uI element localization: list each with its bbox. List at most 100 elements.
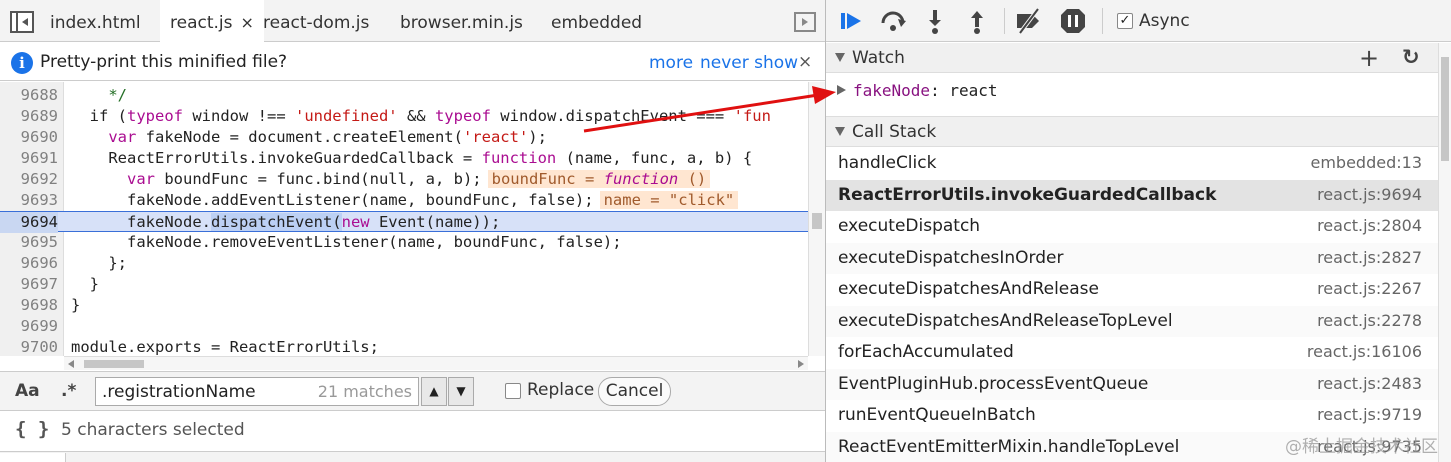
tab-label: browser.min.js (400, 13, 523, 33)
close-infobar-icon[interactable]: × (798, 52, 812, 72)
line-number[interactable]: 9699 (0, 316, 58, 337)
call-frame[interactable]: runEventQueueInBatch react.js:9719 (826, 400, 1438, 432)
tab-embedded[interactable]: embedded (541, 0, 652, 42)
code-editor[interactable]: 9688 */9689 if (typeof window !== 'undef… (0, 82, 808, 356)
regex-button[interactable]: .* (61, 381, 76, 401)
line-number[interactable]: 9696 (0, 253, 58, 274)
code-line[interactable]: 9698} (0, 295, 808, 316)
call-frame-location[interactable]: react.js:2827 (1317, 248, 1422, 267)
line-number[interactable]: 9691 (0, 148, 58, 169)
pause-on-exceptions-icon[interactable] (1058, 6, 1088, 36)
code-text: } (71, 296, 81, 314)
call-frame[interactable]: executeDispatchesAndRelease react.js:2267 (826, 274, 1438, 306)
never-show-link[interactable]: never show (700, 53, 798, 73)
code-line[interactable]: 9697 } (0, 274, 808, 295)
scrollbar-thumb[interactable] (1441, 57, 1449, 161)
call-frame-selected[interactable]: ReactErrorUtils.invokeGuardedCallback rea… (826, 179, 1438, 211)
step-out-icon[interactable] (962, 6, 992, 36)
code-line[interactable]: 9690 var fakeNode = document.createEleme… (0, 127, 808, 148)
more-link[interactable]: more (649, 53, 693, 73)
async-checkbox[interactable]: ✓ (1117, 13, 1133, 29)
drawer-tab[interactable] (0, 453, 66, 462)
resume-icon[interactable] (836, 6, 866, 36)
call-frame-location[interactable]: react.js:2278 (1317, 311, 1422, 330)
code-line[interactable]: 9700 module.exports = ReactErrorUtils; (0, 337, 808, 356)
call-stack-section-header[interactable]: Call Stack (826, 117, 1438, 147)
call-frame-location[interactable]: react.js:2483 (1317, 374, 1422, 393)
call-frame-function: forEachAccumulated (838, 342, 1014, 362)
editor-horizontal-scrollbar[interactable] (64, 356, 808, 370)
scroll-right-icon[interactable] (798, 360, 804, 368)
scroll-left-icon[interactable] (68, 360, 74, 368)
line-number[interactable]: 9689 (0, 106, 58, 127)
call-frame-location[interactable]: react.js:9719 (1317, 405, 1422, 424)
call-frame-function: handleClick (838, 153, 937, 173)
step-into-icon[interactable] (920, 6, 950, 36)
step-over-icon[interactable] (878, 6, 908, 36)
code-line[interactable]: 9699 (0, 316, 808, 337)
line-number[interactable]: 9690 (0, 127, 58, 148)
tab-index-html[interactable]: index.html (40, 0, 151, 42)
sidebar-scrollbar[interactable] (1438, 43, 1451, 462)
deactivate-breakpoints-icon[interactable] (1014, 6, 1044, 36)
call-frame[interactable]: executeDispatchesInOrder react.js:2827 (826, 242, 1438, 274)
previous-match-button[interactable]: ▲ (421, 377, 447, 406)
current-execution-line[interactable]: 9694 fakeNode.dispatchEvent(new Event(na… (0, 211, 808, 233)
line-number[interactable]: 9698 (0, 295, 58, 316)
line-number[interactable]: 9693 (0, 190, 58, 211)
call-frame-location[interactable]: react.js:16106 (1307, 342, 1422, 361)
line-number[interactable]: 9694 (0, 212, 58, 233)
replace-checkbox[interactable] (505, 383, 521, 399)
call-frame[interactable]: executeDispatch react.js:2804 (826, 211, 1438, 243)
search-input[interactable]: .registrationName 21 matches (95, 377, 419, 406)
code-line[interactable]: 9689 if (typeof window !== 'undefined' &… (0, 106, 808, 127)
expand-triangle-icon[interactable] (837, 85, 846, 95)
editor-vertical-scrollbar[interactable] (808, 82, 825, 356)
pretty-print-button[interactable]: { } (15, 418, 49, 440)
code-line[interactable]: 9695 fakeNode.removeEventListener(name, … (0, 232, 808, 253)
add-watch-expression-icon[interactable]: + (1359, 44, 1379, 72)
line-number[interactable]: 9697 (0, 274, 58, 295)
toggle-debugger-icon[interactable] (794, 12, 816, 32)
editor-status-bar: { } 5 characters selected (0, 411, 825, 451)
line-number[interactable]: 9692 (0, 169, 58, 190)
call-frame[interactable]: forEachAccumulated react.js:16106 (826, 337, 1438, 369)
close-tab-icon[interactable]: × (241, 13, 254, 32)
code-line[interactable]: 9691 ReactErrorUtils.invokeGuardedCallba… (0, 148, 808, 169)
code-text: } (71, 275, 99, 293)
async-label: Async (1139, 11, 1190, 31)
search-match: dispatchEvent( (210, 213, 342, 231)
call-frame[interactable]: handleClick embedded:13 (826, 148, 1438, 180)
line-number[interactable]: 9688 (0, 85, 58, 106)
tab-label: react-dom.js (263, 13, 370, 33)
call-frame[interactable]: executeDispatchesAndReleaseTopLevel react… (826, 305, 1438, 337)
selection-status: 5 characters selected (61, 420, 245, 440)
expand-triangle-icon[interactable] (835, 53, 845, 62)
code-line[interactable]: 9692 var boundFunc = func.bind(null, a, … (0, 169, 808, 190)
scrollbar-thumb[interactable] (84, 360, 144, 368)
call-frame-location[interactable]: react.js:2804 (1317, 216, 1422, 235)
watch-expression-row[interactable]: fakeNode: react (826, 73, 1438, 117)
next-match-button[interactable]: ▼ (448, 377, 474, 406)
scrollbar-thumb[interactable] (812, 213, 822, 229)
code-line[interactable]: 9688 */ (0, 85, 808, 106)
cancel-button[interactable]: Cancel (598, 377, 671, 406)
code-line[interactable]: 9696 }; (0, 253, 808, 274)
call-frame-location[interactable]: embedded:13 (1311, 153, 1423, 172)
call-frame-location[interactable]: react.js:2267 (1317, 279, 1422, 298)
toggle-navigator-icon[interactable] (10, 11, 34, 33)
watch-section-header[interactable]: Watch + ↻ (826, 43, 1438, 73)
bottom-drawer-strip (0, 451, 825, 462)
tab-browser-min-js[interactable]: browser.min.js (390, 0, 533, 42)
expand-triangle-icon[interactable] (835, 127, 845, 136)
code-line[interactable]: 9693 fakeNode.addEventListener(name, bou… (0, 190, 808, 211)
match-case-button[interactable]: Aa (15, 381, 40, 401)
call-frame[interactable]: EventPluginHub.processEventQueue react.js… (826, 368, 1438, 400)
refresh-watch-icon[interactable]: ↻ (1402, 45, 1420, 69)
line-number[interactable]: 9700 (0, 337, 58, 356)
call-frame-location[interactable]: react.js:9694 (1317, 185, 1422, 204)
call-frame-function: executeDispatchesInOrder (838, 247, 1064, 268)
tab-react-dom-js[interactable]: react-dom.js (253, 0, 379, 42)
line-number[interactable]: 9695 (0, 232, 58, 253)
tab-react-js[interactable]: react.js × (160, 0, 264, 43)
